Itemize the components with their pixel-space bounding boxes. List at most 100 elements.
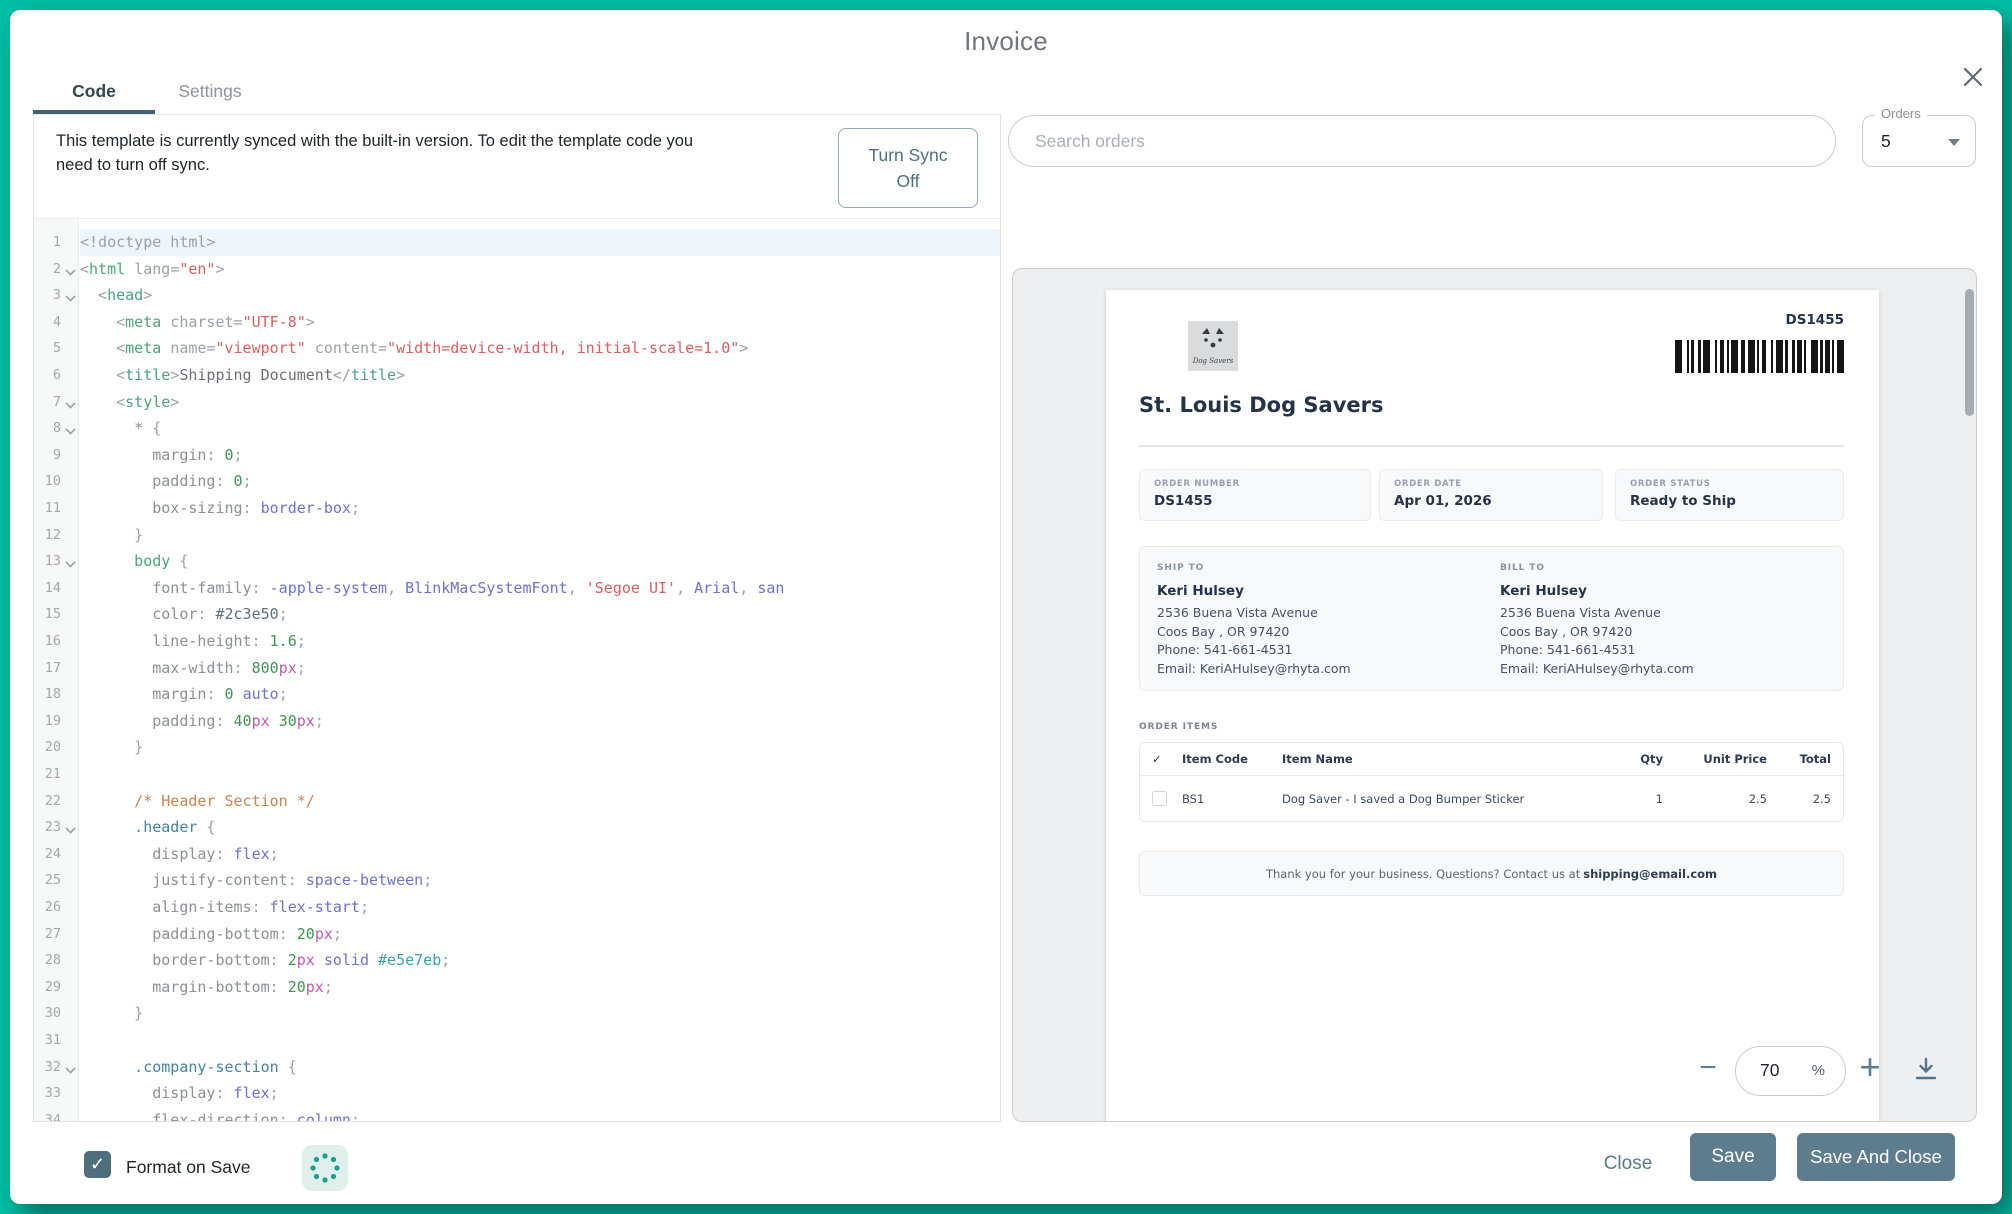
search-orders-box — [1008, 115, 1836, 167]
zoom-percent-sign: % — [1812, 1047, 1825, 1095]
code-line[interactable]: 3 <head> — [34, 282, 1000, 309]
code-line[interactable]: 34 flex-direction: column; — [34, 1107, 1000, 1121]
code-line-text: justify-content: space-between; — [80, 867, 432, 894]
code-line-text: flex-direction: column; — [80, 1107, 360, 1121]
order-id-text: DS1455 — [1785, 312, 1844, 328]
code-line[interactable]: 18 margin: 0 auto; — [34, 681, 1000, 708]
code-line[interactable]: 22 /* Header Section */ — [34, 788, 1000, 815]
code-line[interactable]: 10 padding: 0; — [34, 468, 1000, 495]
code-line[interactable]: 6 <title>Shipping Document</title> — [34, 362, 1000, 389]
line-number: 23 — [34, 814, 61, 841]
line-number: 33 — [34, 1080, 61, 1107]
formatter-dots-icon[interactable] — [302, 1145, 348, 1191]
code-line-text: padding: 0; — [80, 468, 252, 495]
code-line[interactable]: 30 } — [34, 1000, 1000, 1027]
code-editor-panel: This template is currently synced with t… — [33, 114, 1001, 1122]
preview-scrollbar-thumb[interactable] — [1965, 289, 1974, 416]
code-line[interactable]: 27 padding-bottom: 20px; — [34, 921, 1000, 948]
code-line[interactable]: 1 <!doctype html> — [34, 229, 1000, 256]
code-line-text: max-width: 800px; — [80, 655, 306, 682]
code-line-text: <!doctype html> — [80, 229, 215, 256]
code-line[interactable]: 20 } — [34, 734, 1000, 761]
fold-chevron-icon[interactable] — [66, 558, 74, 566]
search-orders-input[interactable] — [1009, 116, 1835, 166]
code-line[interactable]: 9 margin: 0; — [34, 442, 1000, 469]
line-number: 30 — [34, 1000, 61, 1027]
orders-count-select[interactable]: Orders 5 — [1862, 115, 1976, 167]
code-line[interactable]: 11 box-sizing: border-box; — [34, 495, 1000, 522]
close-icon[interactable] — [1958, 62, 1988, 92]
line-number: 1 — [34, 229, 61, 256]
line-number: 19 — [34, 708, 61, 735]
code-line[interactable]: 31 — [34, 1027, 1000, 1054]
contact-email: shipping@email.com — [1583, 867, 1717, 881]
fold-chevron-icon[interactable] — [66, 824, 74, 832]
save-button[interactable]: Save — [1690, 1133, 1776, 1181]
table-header-row: ✓ Item Code Item Name Qty Unit Price Tot… — [1140, 743, 1843, 776]
code-line[interactable]: 29 margin-bottom: 20px; — [34, 974, 1000, 1001]
fold-chevron-icon[interactable] — [66, 399, 74, 407]
line-number: 3 — [34, 282, 61, 309]
code-editor[interactable]: 1 <!doctype html>2<html lang="en">3 <head… — [34, 219, 1000, 1121]
code-line[interactable]: 19 padding: 40px 30px; — [34, 708, 1000, 735]
invoice-page: Dog Savers DS1455 St. Louis Dog Savers O… — [1106, 290, 1879, 1122]
fold-chevron-icon[interactable] — [66, 1064, 74, 1072]
item-checkbox[interactable] — [1152, 791, 1167, 806]
code-line[interactable]: 28 border-bottom: 2px solid #e5e7eb; — [34, 947, 1000, 974]
code-line-text: } — [80, 734, 143, 761]
code-line[interactable]: 12 } — [34, 522, 1000, 549]
turn-sync-off-button[interactable]: Turn Sync Off — [838, 128, 978, 208]
code-line[interactable]: 13 body { — [34, 548, 1000, 575]
invoice-template-dialog: Invoice Code Settings This template is c… — [10, 10, 2002, 1204]
line-number: 9 — [34, 442, 61, 469]
code-line[interactable]: 4 <meta charset="UTF-8"> — [34, 309, 1000, 336]
tab-settings[interactable]: Settings — [155, 72, 265, 110]
code-line[interactable]: 33 display: flex; — [34, 1080, 1000, 1107]
ship-bill-section: SHIP TO Keri Hulsey 2536 Buena Vista Ave… — [1139, 546, 1844, 691]
line-number: 21 — [34, 761, 61, 788]
code-line-text: box-sizing: border-box; — [80, 495, 360, 522]
code-line-text: /* Header Section */ — [80, 788, 315, 815]
zoom-level-field[interactable]: 70 % — [1735, 1046, 1846, 1096]
zoom-in-button[interactable]: + — [1852, 1045, 1888, 1091]
code-line[interactable]: 21 — [34, 761, 1000, 788]
line-number: 7 — [34, 389, 61, 416]
line-number: 22 — [34, 788, 61, 815]
code-line[interactable]: 23 .header { — [34, 814, 1000, 841]
line-number: 15 — [34, 601, 61, 628]
code-line-text: margin: 0 auto; — [80, 681, 288, 708]
code-line[interactable]: 32 .company-section { — [34, 1054, 1000, 1081]
code-line[interactable]: 15 color: #2c3e50; — [34, 601, 1000, 628]
code-line-text: color: #2c3e50; — [80, 601, 288, 628]
zoom-out-button[interactable]: − — [1694, 1051, 1722, 1087]
format-on-save-checkbox[interactable]: ✓ — [84, 1151, 111, 1178]
code-line[interactable]: 14 font-family: -apple-system, BlinkMacS… — [34, 575, 1000, 602]
fold-chevron-icon[interactable] — [66, 292, 74, 300]
table-row: BS1 Dog Saver - I saved a Dog Bumper Sti… — [1140, 776, 1843, 821]
code-line-text: border-bottom: 2px solid #e5e7eb; — [80, 947, 450, 974]
close-button[interactable]: Close — [1586, 1141, 1670, 1187]
code-line[interactable]: 2<html lang="en"> — [34, 256, 1000, 283]
code-line[interactable]: 7 <style> — [34, 389, 1000, 416]
header-divider — [1139, 445, 1844, 447]
code-line[interactable]: 24 display: flex; — [34, 841, 1000, 868]
line-number: 17 — [34, 655, 61, 682]
code-line[interactable]: 17 max-width: 800px; — [34, 655, 1000, 682]
line-number: 27 — [34, 921, 61, 948]
code-line-text: .company-section { — [80, 1054, 297, 1081]
code-line[interactable]: 16 line-height: 1.6; — [34, 628, 1000, 655]
tab-code[interactable]: Code — [33, 72, 155, 110]
code-line-text: display: flex; — [80, 841, 279, 868]
order-number-box: ORDER NUMBER DS1455 — [1139, 469, 1371, 521]
code-line-text: } — [80, 522, 143, 549]
code-line[interactable]: 5 <meta name="viewport" content="width=d… — [34, 335, 1000, 362]
save-and-close-button[interactable]: Save And Close — [1797, 1133, 1955, 1181]
code-line-text: align-items: flex-start; — [80, 894, 369, 921]
code-line[interactable]: 26 align-items: flex-start; — [34, 894, 1000, 921]
fold-chevron-icon[interactable] — [66, 425, 74, 433]
code-line[interactable]: 25 justify-content: space-between; — [34, 867, 1000, 894]
download-icon[interactable] — [1912, 1055, 1940, 1083]
fold-chevron-icon[interactable] — [66, 266, 74, 274]
code-line[interactable]: 8 * { — [34, 415, 1000, 442]
barcode — [1675, 340, 1844, 373]
